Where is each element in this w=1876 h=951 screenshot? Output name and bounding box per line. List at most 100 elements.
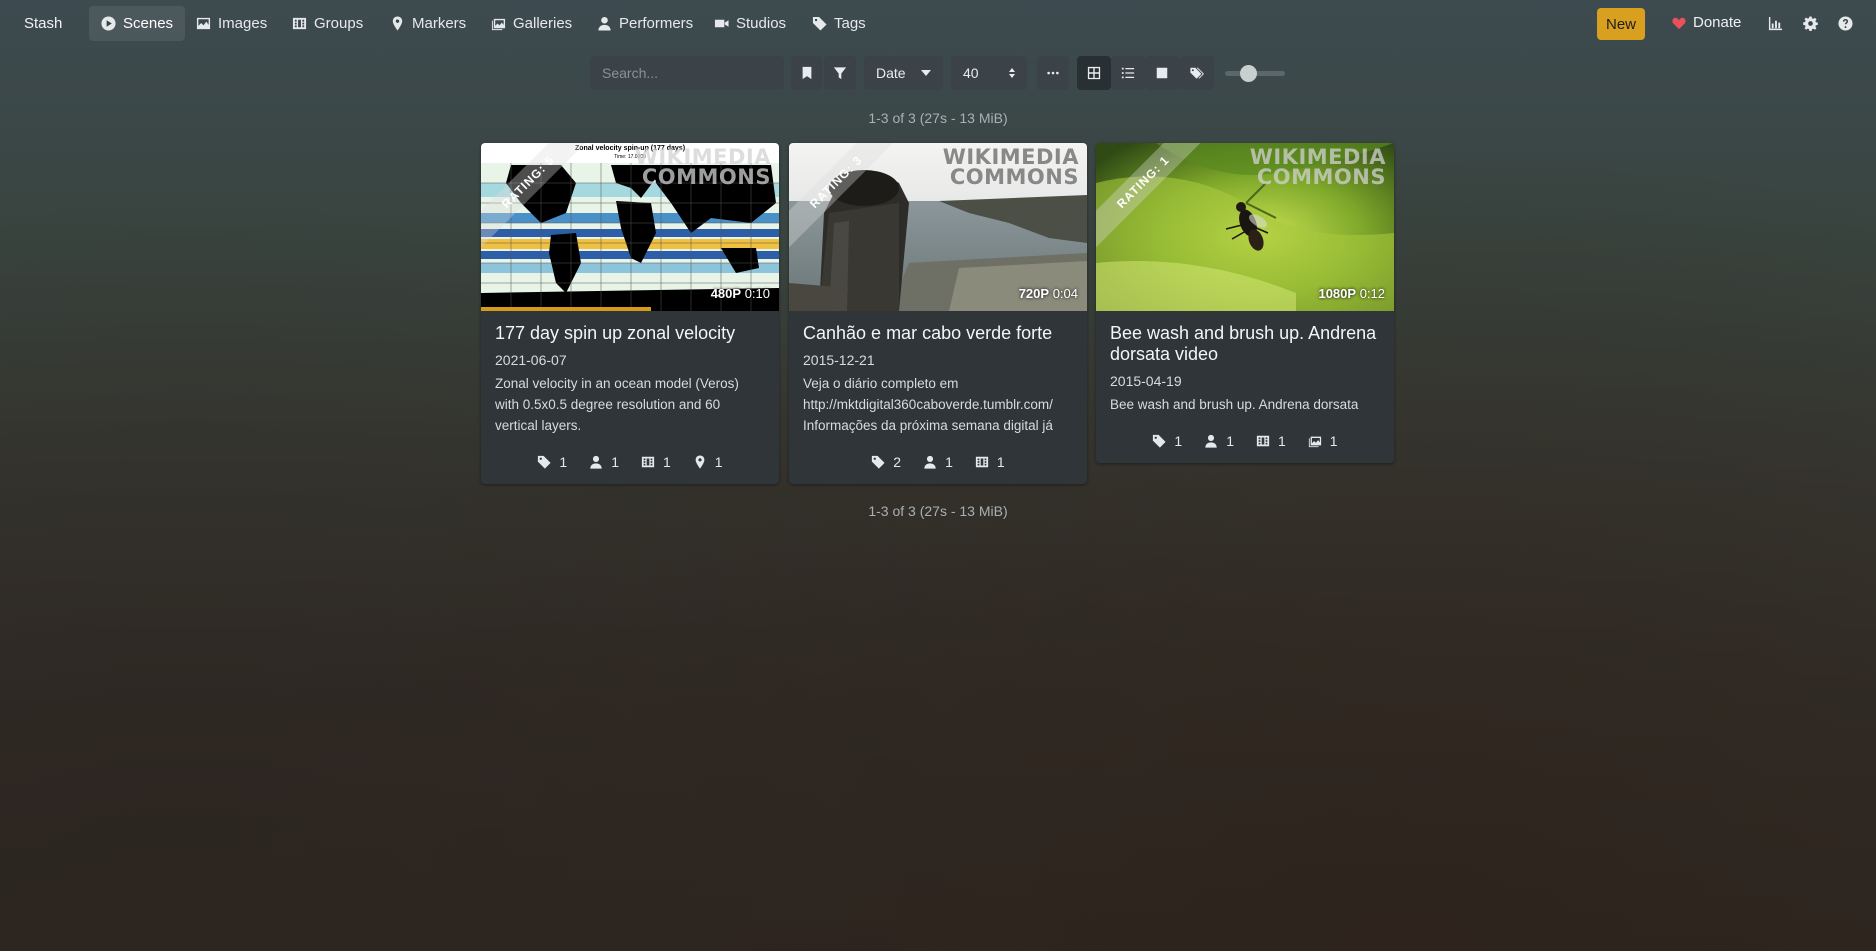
tags-icon bbox=[1189, 67, 1204, 79]
scene-thumbnail[interactable]: RATING: 1 WIKIMEDIA COMMONS 1080P 0:12 bbox=[1096, 143, 1394, 311]
nav-images[interactable]: Images bbox=[184, 6, 279, 41]
list-icon bbox=[1121, 67, 1135, 79]
nav-tags-label: Tags bbox=[834, 15, 866, 32]
scene-thumbnail[interactable]: Zonal velocity spin-up (177 days) Time: … bbox=[481, 143, 779, 311]
group-count-button[interactable]: 1 bbox=[975, 454, 1005, 470]
map-marker-icon bbox=[695, 455, 705, 469]
display-list-button[interactable] bbox=[1111, 56, 1145, 90]
nav-markers[interactable]: Markers bbox=[378, 6, 478, 41]
tag-count-button[interactable]: 2 bbox=[871, 454, 901, 470]
grid-icon bbox=[1087, 66, 1101, 80]
popover-buttons: 2 1 1 bbox=[803, 454, 1073, 470]
group-count-button[interactable]: 1 bbox=[1256, 433, 1286, 449]
nav-tags[interactable]: Tags bbox=[800, 6, 878, 41]
square-icon bbox=[1156, 67, 1168, 79]
film-icon bbox=[292, 17, 307, 30]
nav-galleries[interactable]: Galleries bbox=[479, 6, 584, 41]
nav-performers-label: Performers bbox=[619, 15, 694, 32]
performer-count-button[interactable]: 1 bbox=[589, 454, 619, 470]
new-button[interactable]: New bbox=[1597, 8, 1645, 40]
gear-icon bbox=[1802, 15, 1818, 31]
scene-card[interactable]: RATING: 1 WIKIMEDIA COMMONS 1080P 0:12 Be… bbox=[1096, 143, 1394, 463]
scene-date: 2015-04-19 bbox=[1110, 373, 1182, 389]
stats-button[interactable] bbox=[1765, 13, 1785, 33]
watermark: WIKIMEDIA COMMONS bbox=[634, 145, 771, 189]
tag-icon bbox=[812, 16, 827, 31]
chart-bar-icon bbox=[1768, 16, 1782, 30]
display-tagger-button[interactable] bbox=[1179, 56, 1214, 90]
display-wall-button[interactable] bbox=[1145, 56, 1179, 90]
scene-thumbnail[interactable]: RATING: 3 WIKIMEDIA COMMONS 720P 0:04 bbox=[789, 143, 1087, 311]
heart-icon bbox=[1672, 17, 1686, 29]
zoom-slider-handle[interactable] bbox=[1240, 65, 1257, 82]
user-icon bbox=[590, 455, 602, 469]
bookmark-icon bbox=[802, 66, 811, 80]
film-icon bbox=[975, 456, 989, 468]
marker-count-button[interactable]: 1 bbox=[693, 454, 723, 470]
help-button[interactable] bbox=[1835, 13, 1855, 33]
popover-buttons: 1 1 1 1 bbox=[1110, 433, 1380, 449]
tag-icon bbox=[872, 455, 885, 469]
performer-count-button[interactable]: 1 bbox=[1204, 433, 1234, 449]
scene-card[interactable]: Zonal velocity spin-up (177 days) Time: … bbox=[481, 143, 779, 484]
nav-performers[interactable]: Performers bbox=[585, 6, 705, 41]
per-page-value: 40 bbox=[963, 65, 979, 81]
tag-icon bbox=[1153, 434, 1166, 448]
settings-button[interactable] bbox=[1800, 13, 1820, 33]
sort-by-select[interactable]: Date bbox=[864, 56, 943, 90]
search-input[interactable] bbox=[590, 56, 784, 90]
nav-markers-label: Markers bbox=[412, 15, 467, 32]
scene-title[interactable]: Canhão e mar cabo verde forte bbox=[803, 323, 1073, 344]
scene-description: Bee wash and brush up. Andrena dorsata bbox=[1110, 397, 1359, 412]
spinner-arrows-icon bbox=[1009, 68, 1015, 78]
scene-title[interactable]: Bee wash and brush up. Andrena dorsata v… bbox=[1110, 323, 1380, 365]
navbar: Stash Scenes Images Groups Markers Galle… bbox=[0, 0, 1876, 48]
scene-date: 2015-12-21 bbox=[803, 352, 875, 368]
video-camera-icon bbox=[714, 19, 729, 28]
film-icon bbox=[1256, 435, 1270, 447]
saved-filters-button[interactable] bbox=[791, 56, 822, 90]
gallery-count-button[interactable]: 1 bbox=[1308, 433, 1338, 449]
rating-banner: RATING: 3 bbox=[789, 143, 899, 252]
user-icon bbox=[598, 16, 611, 31]
nav-galleries-label: Galleries bbox=[513, 15, 573, 32]
pagination-count-top: 1-3 of 3 (27s - 13 MiB) bbox=[868, 110, 1008, 126]
nav-scenes-label: Scenes bbox=[123, 15, 174, 32]
user-icon bbox=[924, 455, 936, 469]
caret-down-icon bbox=[921, 70, 931, 76]
nav-scenes[interactable]: Scenes bbox=[89, 6, 186, 41]
map-marker-icon bbox=[392, 16, 403, 31]
watermark: WIKIMEDIA COMMONS bbox=[1249, 145, 1386, 189]
rating-banner: RATING: 5 bbox=[481, 143, 591, 252]
scene-card[interactable]: RATING: 3 WIKIMEDIA COMMONS 720P 0:04 Can… bbox=[789, 143, 1087, 484]
nav-groups-label: Groups bbox=[314, 15, 364, 32]
performer-count-button[interactable]: 1 bbox=[923, 454, 953, 470]
filter-icon bbox=[833, 67, 847, 80]
scene-title[interactable]: 177 day spin up zonal velocity bbox=[495, 323, 765, 344]
film-icon bbox=[641, 456, 655, 468]
more-options-button[interactable] bbox=[1037, 56, 1069, 90]
nav-groups[interactable]: Groups bbox=[280, 6, 375, 41]
question-circle-icon bbox=[1837, 15, 1853, 31]
nav-images-label: Images bbox=[218, 15, 268, 32]
rating-banner: RATING: 1 bbox=[1096, 143, 1206, 252]
per-page-select[interactable]: 40 bbox=[951, 56, 1027, 90]
group-count-button[interactable]: 1 bbox=[641, 454, 671, 470]
scene-date: 2021-06-07 bbox=[495, 352, 567, 368]
ellipsis-icon bbox=[1047, 71, 1059, 75]
images-icon bbox=[1308, 436, 1321, 448]
sort-by-value: Date bbox=[876, 65, 906, 81]
donate-button[interactable]: Donate bbox=[1672, 14, 1741, 31]
display-grid-button[interactable] bbox=[1077, 56, 1111, 90]
brand-link[interactable]: Stash bbox=[24, 15, 62, 32]
resolution-duration: 720P 0:04 bbox=[1018, 286, 1078, 301]
tag-count-button[interactable]: 1 bbox=[537, 454, 567, 470]
nav-studios[interactable]: Studios bbox=[702, 6, 798, 41]
filter-button[interactable] bbox=[824, 56, 856, 90]
play-circle-icon bbox=[101, 16, 116, 31]
tag-count-button[interactable]: 1 bbox=[1152, 433, 1182, 449]
watermark: WIKIMEDIA COMMONS bbox=[942, 145, 1079, 189]
resume-progress-bar bbox=[481, 307, 651, 311]
resolution-duration: 1080P 0:12 bbox=[1318, 286, 1385, 301]
image-icon bbox=[196, 17, 211, 30]
